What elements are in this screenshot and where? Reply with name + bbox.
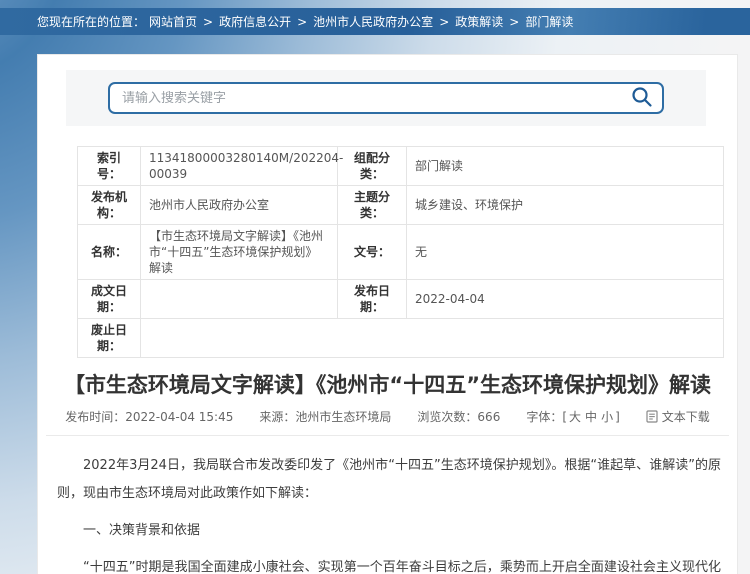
table-row: 废止日期： xyxy=(78,319,724,358)
document-name-label: 名称： xyxy=(78,225,141,280)
view-count: 浏览次数： 666 xyxy=(417,408,500,425)
document-number-label: 文号： xyxy=(338,225,407,280)
view-count-label: 浏览次数： xyxy=(417,408,477,425)
search-input[interactable] xyxy=(122,91,630,106)
document-number-value: 无 xyxy=(407,225,724,280)
font-size-control: 字体： [ 大 中 小 ] xyxy=(526,408,619,425)
topic-category-value: 城乡建设、环境保护 xyxy=(407,186,724,225)
breadcrumb-home[interactable]: 网站首页 xyxy=(149,13,197,30)
text-download-label: 文本下载 xyxy=(662,408,710,425)
publish-date-value: 2022-04-04 xyxy=(407,280,724,319)
index-number-value: 11341800003280140M/202204-00039 xyxy=(141,147,338,186)
table-row: 名称： 【市生态环境局文字解读】《池州市“十四五”生态环境保护规划》解读 文号：… xyxy=(78,225,724,280)
source: 来源： 池州市生态环境局 xyxy=(259,408,391,425)
breadcrumb-policy[interactable]: 政策解读 xyxy=(455,13,503,30)
repeal-date-value xyxy=(141,319,724,358)
document-icon xyxy=(646,410,658,423)
page-title: 【市生态环境局文字解读】《池州市“十四五”生态环境保护规划》解读 xyxy=(62,370,713,401)
source-value: 池州市生态环境局 xyxy=(295,408,391,425)
search-box xyxy=(108,82,664,114)
breadcrumb-separator: > xyxy=(439,15,449,29)
breadcrumb-gov-info[interactable]: 政府信息公开 xyxy=(219,13,291,30)
search-panel xyxy=(66,70,706,126)
topic-category-label: 主题分类： xyxy=(338,186,407,225)
issuing-agency-label: 发布机构： xyxy=(78,186,141,225)
font-size-bracket: ] xyxy=(615,410,620,424)
repeal-date-label: 废止日期： xyxy=(78,319,141,358)
paragraph: “十四五”时期是我国全面建成小康社会、实现第一个百年奋斗目标之后，乘势而上开启全… xyxy=(57,554,721,574)
breadcrumb: 您现在所在的位置： 网站首页 > 政府信息公开 > 池州市人民政府办公室 > 政… xyxy=(0,8,750,35)
issuing-agency-value: 池州市人民政府办公室 xyxy=(141,186,338,225)
source-label: 来源： xyxy=(259,408,295,425)
document-info-table: 索引号： 11341800003280140M/202204-00039 组配分… xyxy=(77,146,724,358)
breadcrumb-separator: > xyxy=(203,15,213,29)
font-size-label: 字体： xyxy=(526,408,562,425)
written-date-label: 成文日期： xyxy=(78,280,141,319)
paragraph: 2022年3月24日，我局联合市发改委印发了《池州市“十四五”生态环境保护规划》… xyxy=(57,452,721,508)
group-category-label: 组配分类： xyxy=(338,147,407,186)
index-number-label: 索引号： xyxy=(78,147,141,186)
breadcrumb-office[interactable]: 池州市人民政府办公室 xyxy=(313,13,433,30)
search-button[interactable] xyxy=(630,85,654,112)
document-name-value: 【市生态环境局文字解读】《池州市“十四五”生态环境保护规划》解读 xyxy=(141,225,338,280)
table-row: 发布机构： 池州市人民政府办公室 主题分类： 城乡建设、环境保护 xyxy=(78,186,724,225)
article-body: 2022年3月24日，我局联合市发改委印发了《池州市“十四五”生态环境保护规划》… xyxy=(38,436,737,574)
font-size-bracket: [ xyxy=(562,410,567,424)
breadcrumb-dept-interpretation[interactable]: 部门解读 xyxy=(525,13,573,30)
table-row: 成文日期： 发布日期： 2022-04-04 xyxy=(78,280,724,319)
breadcrumb-separator: > xyxy=(297,15,307,29)
article-meta: 发布时间： 2022-04-04 15:45 来源： 池州市生态环境局 浏览次数… xyxy=(38,408,737,425)
search-icon xyxy=(630,85,654,112)
publish-time-label: 发布时间： xyxy=(65,408,125,425)
breadcrumb-prefix: 您现在所在的位置： xyxy=(37,13,145,30)
text-download-button[interactable]: 文本下载 xyxy=(646,408,710,425)
font-size-large-button[interactable]: 大 xyxy=(569,408,581,425)
group-category-value: 部门解读 xyxy=(407,147,724,186)
section-heading: 一、决策背景和依据 xyxy=(57,517,721,545)
breadcrumb-separator: > xyxy=(509,15,519,29)
font-size-small-button[interactable]: 小 xyxy=(601,408,613,425)
content-card: 索引号： 11341800003280140M/202204-00039 组配分… xyxy=(37,54,738,574)
view-count-value: 666 xyxy=(477,410,500,424)
table-row: 索引号： 11341800003280140M/202204-00039 组配分… xyxy=(78,147,724,186)
publish-time-value: 2022-04-04 15:45 xyxy=(125,410,233,424)
publish-date-label: 发布日期： xyxy=(338,280,407,319)
written-date-value xyxy=(141,280,338,319)
font-size-medium-button[interactable]: 中 xyxy=(585,408,597,425)
publish-time: 发布时间： 2022-04-04 15:45 xyxy=(65,408,233,425)
